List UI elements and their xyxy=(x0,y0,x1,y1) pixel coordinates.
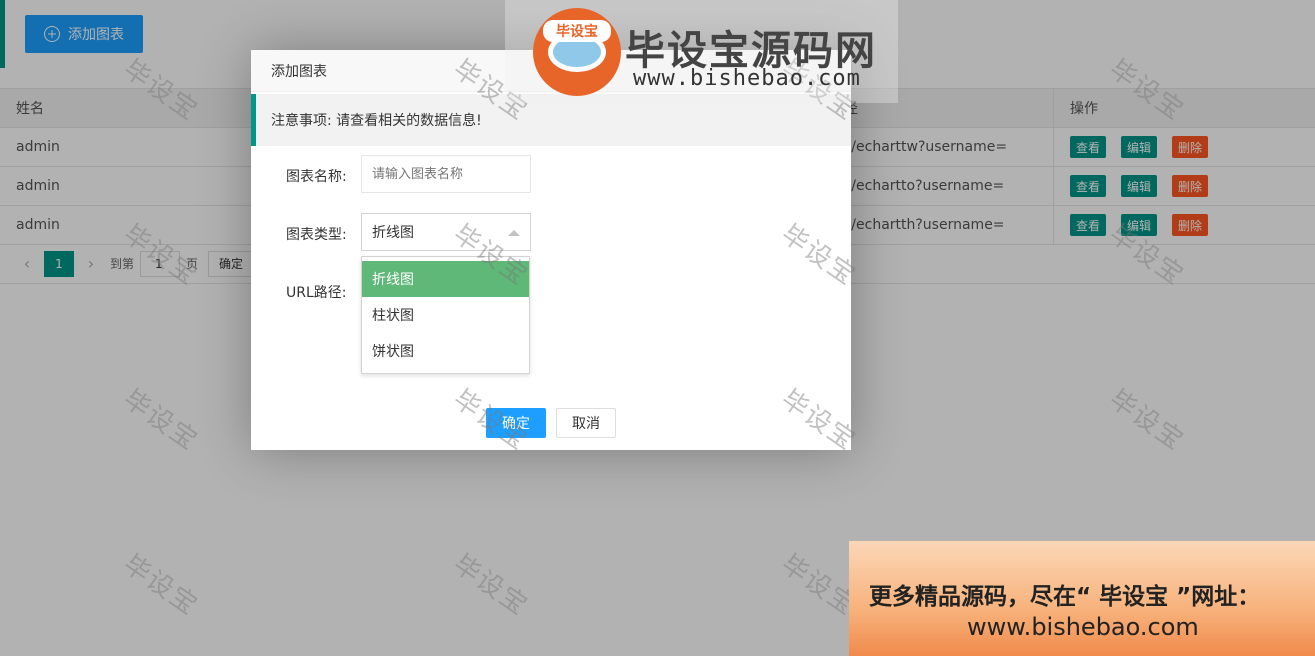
promo-banner: 更多精品源码，尽在“ 毕设宝 ”网址： www.bishebao.com xyxy=(849,541,1315,656)
logo-site-url: www.bishebao.com xyxy=(633,66,861,91)
mascot-logo-icon: 毕设宝 xyxy=(533,8,621,96)
chart-type-select[interactable]: 折线图 xyxy=(361,213,531,251)
option-pie[interactable]: 饼状图 xyxy=(362,333,529,369)
logo-tag: 毕设宝 xyxy=(543,20,611,42)
promo-text: 更多精品源码，尽在“ 毕设宝 ”网址： xyxy=(869,584,1261,610)
site-logo-watermark: 毕设宝 毕设宝源码网 www.bishebao.com xyxy=(505,0,898,103)
caret-up-icon xyxy=(508,230,520,236)
chart-name-label: 图表名称: xyxy=(286,169,347,185)
add-chart-dialog: 添加图表 注意事项: 请查看相关的数据信息! 图表名称: 图表类型: 折线图 折… xyxy=(251,50,851,450)
chart-type-value: 折线图 xyxy=(372,225,414,241)
confirm-button[interactable]: 确定 xyxy=(486,408,546,438)
option-line[interactable]: 折线图 xyxy=(362,261,529,297)
chart-type-dropdown: 折线图 柱状图 饼状图 xyxy=(361,256,530,374)
cancel-button[interactable]: 取消 xyxy=(556,408,616,438)
chart-type-label: 图表类型: xyxy=(286,227,347,243)
url-label: URL路径: xyxy=(286,285,347,301)
option-bar[interactable]: 柱状图 xyxy=(362,297,529,333)
chart-name-input[interactable] xyxy=(361,155,531,193)
promo-url: www.bishebao.com xyxy=(967,613,1199,641)
